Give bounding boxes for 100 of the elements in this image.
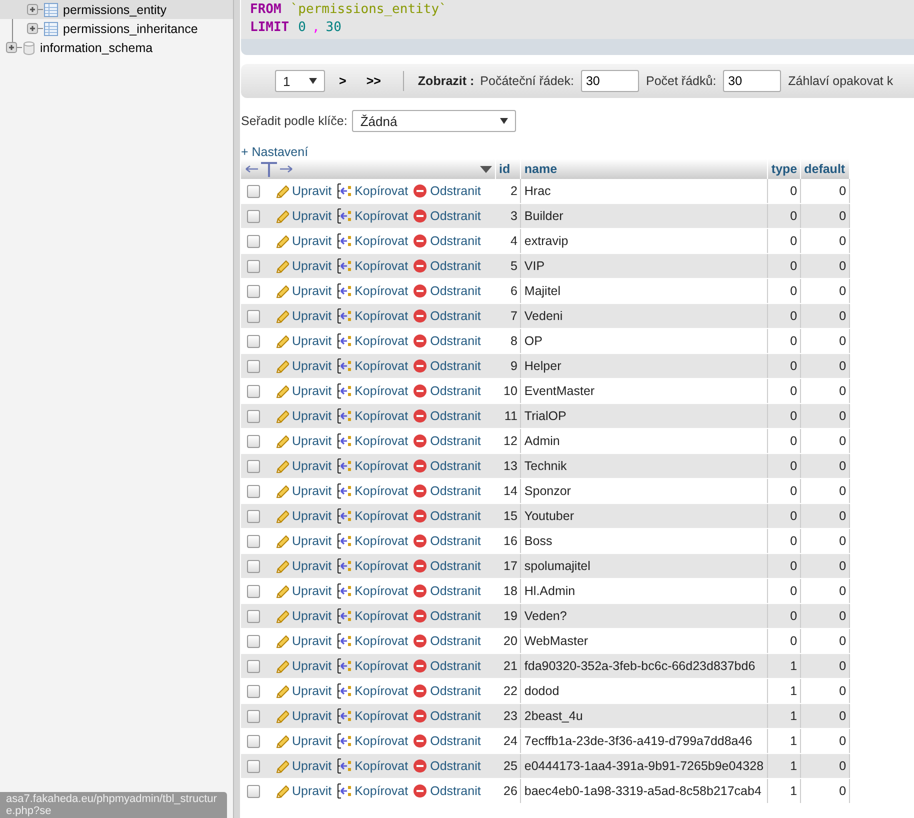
- delete-link[interactable]: Odstranit: [430, 259, 481, 273]
- edit-link[interactable]: Upravit: [292, 284, 332, 298]
- delete-link[interactable]: Odstranit: [430, 534, 481, 548]
- row-checkbox[interactable]: [247, 234, 260, 248]
- edit-link[interactable]: Upravit: [292, 784, 332, 798]
- tree-item[interactable]: permissions_entity: [63, 2, 167, 16]
- edit-link[interactable]: Upravit: [292, 759, 332, 773]
- row-checkbox[interactable]: [247, 584, 260, 598]
- row-checkbox[interactable]: [247, 260, 260, 272]
- copy-link[interactable]: Kopírovat: [354, 709, 408, 723]
- row-checkbox[interactable]: [247, 634, 260, 648]
- copy-link[interactable]: Kopírovat: [354, 684, 408, 698]
- delete-link[interactable]: Odstranit: [430, 284, 481, 298]
- edit-link[interactable]: Upravit: [292, 334, 332, 348]
- column-header[interactable]: type: [768, 159, 801, 179]
- copy-link[interactable]: Kopírovat: [354, 559, 408, 573]
- delete-link[interactable]: Odstranit: [430, 634, 481, 648]
- row-checkbox[interactable]: [247, 660, 260, 672]
- copy-link[interactable]: Kopírovat: [354, 634, 408, 648]
- delete-link[interactable]: Odstranit: [430, 584, 481, 598]
- sort-select[interactable]: Žádná: [352, 110, 516, 132]
- copy-link[interactable]: Kopírovat: [354, 284, 408, 298]
- edit-link[interactable]: Upravit: [292, 384, 332, 398]
- edit-link[interactable]: Upravit: [292, 459, 332, 473]
- delete-link[interactable]: Odstranit: [430, 709, 481, 723]
- edit-link[interactable]: Upravit: [292, 434, 332, 448]
- row-checkbox[interactable]: [247, 334, 260, 348]
- delete-link[interactable]: Odstranit: [430, 659, 481, 673]
- delete-link[interactable]: Odstranit: [430, 409, 481, 423]
- delete-link[interactable]: Odstranit: [430, 459, 481, 473]
- delete-link[interactable]: Odstranit: [430, 684, 481, 698]
- options-link[interactable]: + Nastavení: [241, 145, 308, 159]
- row-checkbox[interactable]: [247, 210, 260, 222]
- tree-item[interactable]: permissions_inheritance: [63, 22, 198, 36]
- edit-link[interactable]: Upravit: [292, 484, 332, 498]
- row-checkbox[interactable]: [247, 610, 260, 622]
- delete-link[interactable]: Odstranit: [430, 359, 481, 373]
- copy-link[interactable]: Kopírovat: [354, 759, 408, 773]
- edit-link[interactable]: Upravit: [292, 534, 332, 548]
- row-checkbox[interactable]: [247, 760, 260, 772]
- edit-link[interactable]: Upravit: [292, 684, 332, 698]
- copy-link[interactable]: Kopírovat: [354, 184, 408, 198]
- copy-link[interactable]: Kopírovat: [354, 534, 408, 548]
- column-header[interactable]: default: [800, 159, 850, 179]
- edit-link[interactable]: Upravit: [292, 359, 332, 373]
- delete-link[interactable]: Odstranit: [430, 734, 481, 748]
- start-row-field[interactable]: 30: [580, 70, 639, 92]
- delete-link[interactable]: Odstranit: [430, 759, 481, 773]
- edit-link[interactable]: Upravit: [292, 409, 332, 423]
- edit-link[interactable]: Upravit: [292, 559, 332, 573]
- tree-item-highlight[interactable]: permissions_entity: [0, 0, 233, 19]
- copy-link[interactable]: Kopírovat: [354, 459, 408, 473]
- edit-link[interactable]: Upravit: [292, 734, 332, 748]
- edit-link[interactable]: Upravit: [292, 709, 332, 723]
- copy-link[interactable]: Kopírovat: [354, 409, 408, 423]
- copy-link[interactable]: Kopírovat: [354, 259, 408, 273]
- delete-link[interactable]: Odstranit: [430, 209, 481, 223]
- copy-link[interactable]: Kopírovat: [354, 784, 408, 798]
- copy-link[interactable]: Kopírovat: [354, 309, 408, 323]
- copy-link[interactable]: Kopírovat: [354, 334, 408, 348]
- copy-link[interactable]: Kopírovat: [354, 234, 408, 248]
- delete-link[interactable]: Odstranit: [430, 484, 481, 498]
- row-checkbox[interactable]: [247, 734, 260, 748]
- page-select[interactable]: 1: [275, 70, 325, 92]
- edit-link[interactable]: Upravit: [292, 584, 332, 598]
- edit-link[interactable]: Upravit: [292, 609, 332, 623]
- row-checkbox[interactable]: [247, 784, 260, 798]
- row-checkbox[interactable]: [247, 560, 260, 572]
- row-checkbox[interactable]: [247, 510, 260, 522]
- delete-link[interactable]: Odstranit: [430, 234, 481, 248]
- delete-link[interactable]: Odstranit: [430, 434, 481, 448]
- copy-link[interactable]: Kopírovat: [354, 384, 408, 398]
- expand-icon[interactable]: [27, 4, 38, 15]
- column-header[interactable]: id: [496, 159, 521, 179]
- copy-link[interactable]: Kopírovat: [354, 609, 408, 623]
- delete-link[interactable]: Odstranit: [430, 784, 481, 798]
- row-checkbox[interactable]: [247, 284, 260, 298]
- column-header[interactable]: name: [520, 159, 768, 179]
- delete-link[interactable]: Odstranit: [430, 309, 481, 323]
- copy-link[interactable]: Kopírovat: [354, 484, 408, 498]
- delete-link[interactable]: Odstranit: [430, 609, 481, 623]
- delete-link[interactable]: Odstranit: [430, 384, 481, 398]
- row-checkbox[interactable]: [247, 710, 260, 722]
- delete-link[interactable]: Odstranit: [430, 509, 481, 523]
- copy-link[interactable]: Kopírovat: [354, 359, 408, 373]
- edit-link[interactable]: Upravit: [292, 184, 332, 198]
- row-checkbox[interactable]: [247, 484, 260, 498]
- delete-link[interactable]: Odstranit: [430, 334, 481, 348]
- edit-link[interactable]: Upravit: [292, 209, 332, 223]
- edit-link[interactable]: Upravit: [292, 309, 332, 323]
- row-checkbox[interactable]: [247, 360, 260, 372]
- edit-link[interactable]: Upravit: [292, 634, 332, 648]
- copy-link[interactable]: Kopírovat: [354, 659, 408, 673]
- row-checkbox[interactable]: [247, 460, 260, 472]
- row-checkbox[interactable]: [247, 410, 260, 422]
- delete-link[interactable]: Odstranit: [430, 184, 481, 198]
- edit-link[interactable]: Upravit: [292, 509, 332, 523]
- edit-link[interactable]: Upravit: [292, 659, 332, 673]
- copy-link[interactable]: Kopírovat: [354, 509, 408, 523]
- edit-link[interactable]: Upravit: [292, 234, 332, 248]
